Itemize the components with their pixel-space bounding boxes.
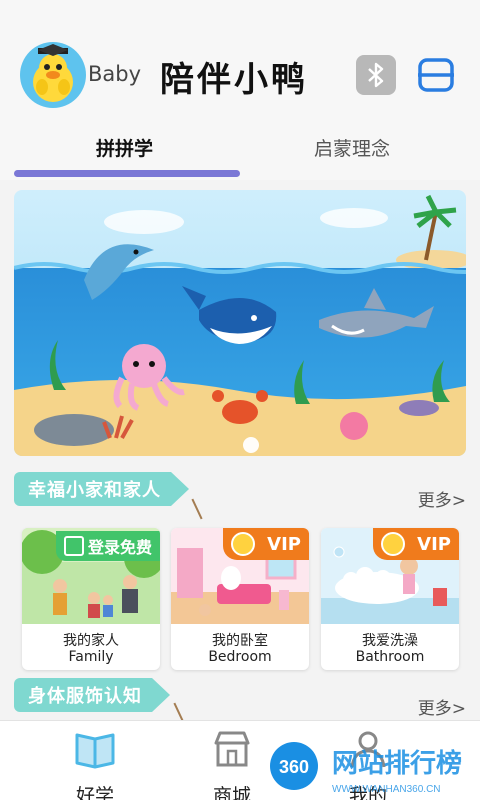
more-link-family[interactable]: 更多>: [418, 486, 466, 511]
bluetooth-icon: [368, 62, 384, 88]
coin-icon: [231, 532, 255, 556]
tab-indicator: [14, 170, 240, 177]
user-icon: [64, 536, 84, 556]
section-title: 幸福小家和家人: [14, 472, 171, 506]
app-title: 陪伴小鸭: [160, 60, 308, 100]
nav-label: 商城: [212, 785, 251, 800]
card-subtitle: Bedroom: [208, 649, 272, 665]
card-subtitle: Bathroom: [355, 649, 425, 665]
scan-button[interactable]: [416, 55, 456, 95]
nav-item-shangcheng[interactable]: 商城: [192, 729, 272, 800]
ocean-illustration: [14, 190, 466, 456]
watermark-badge: 360: [279, 757, 309, 777]
tag-string-decoration: [191, 498, 203, 520]
tag-tip: [171, 472, 189, 506]
bluetooth-button[interactable]: [356, 55, 396, 95]
vip-badge: VIP: [373, 528, 459, 560]
watermark-url: WWW.WANHAN360.CN: [332, 784, 441, 795]
ocean-banner[interactable]: [14, 190, 466, 456]
card-title: 我的家人: [63, 633, 119, 649]
section-tag-family: 幸福小家和家人: [14, 472, 189, 506]
watermark: 360 网站排行榜 WWW.WANHAN360.CN: [268, 740, 480, 800]
card-title: 我爱洗澡: [362, 633, 418, 649]
app-header: Baby 陪伴小鸭: [0, 0, 480, 120]
nav-item-haoxue[interactable]: 好学: [55, 729, 135, 800]
tab-pinpinxue[interactable]: 拼拼学: [96, 134, 153, 161]
book-icon: [75, 733, 115, 769]
duckling-avatar-icon[interactable]: [20, 42, 86, 108]
scan-icon: [418, 58, 454, 92]
login-free-badge: 登录免费: [56, 531, 160, 561]
vip-label: VIP: [417, 533, 451, 555]
shop-icon: [214, 731, 250, 767]
section-title: 身体服饰认知: [14, 678, 152, 712]
login-free-label: 登录免费: [88, 538, 153, 557]
lesson-card-bathroom[interactable]: VIP 我爱洗澡 Bathroom: [321, 528, 459, 670]
baby-label[interactable]: Baby: [88, 62, 141, 86]
vip-label: VIP: [267, 533, 301, 555]
section-tag-body-clothes: 身体服饰认知: [14, 678, 170, 712]
vip-badge: VIP: [223, 528, 309, 560]
card-subtitle: Family: [68, 649, 114, 665]
banner-page-indicator[interactable]: [243, 437, 259, 453]
card-title: 我的卧室: [212, 633, 268, 649]
tag-tip: [152, 678, 170, 712]
nav-label: 好学: [75, 785, 114, 800]
lesson-card-family[interactable]: 登录免费 我的家人 Family: [22, 528, 160, 670]
more-link-body-clothes[interactable]: 更多>: [418, 694, 466, 719]
coin-icon: [381, 532, 405, 556]
watermark-text: 网站排行榜: [332, 748, 462, 779]
tab-bar: 拼拼学 启蒙理念: [0, 120, 480, 180]
lesson-card-bedroom[interactable]: VIP 我的卧室 Bedroom: [171, 528, 309, 670]
tab-qimeng-linian[interactable]: 启蒙理念: [314, 134, 390, 161]
